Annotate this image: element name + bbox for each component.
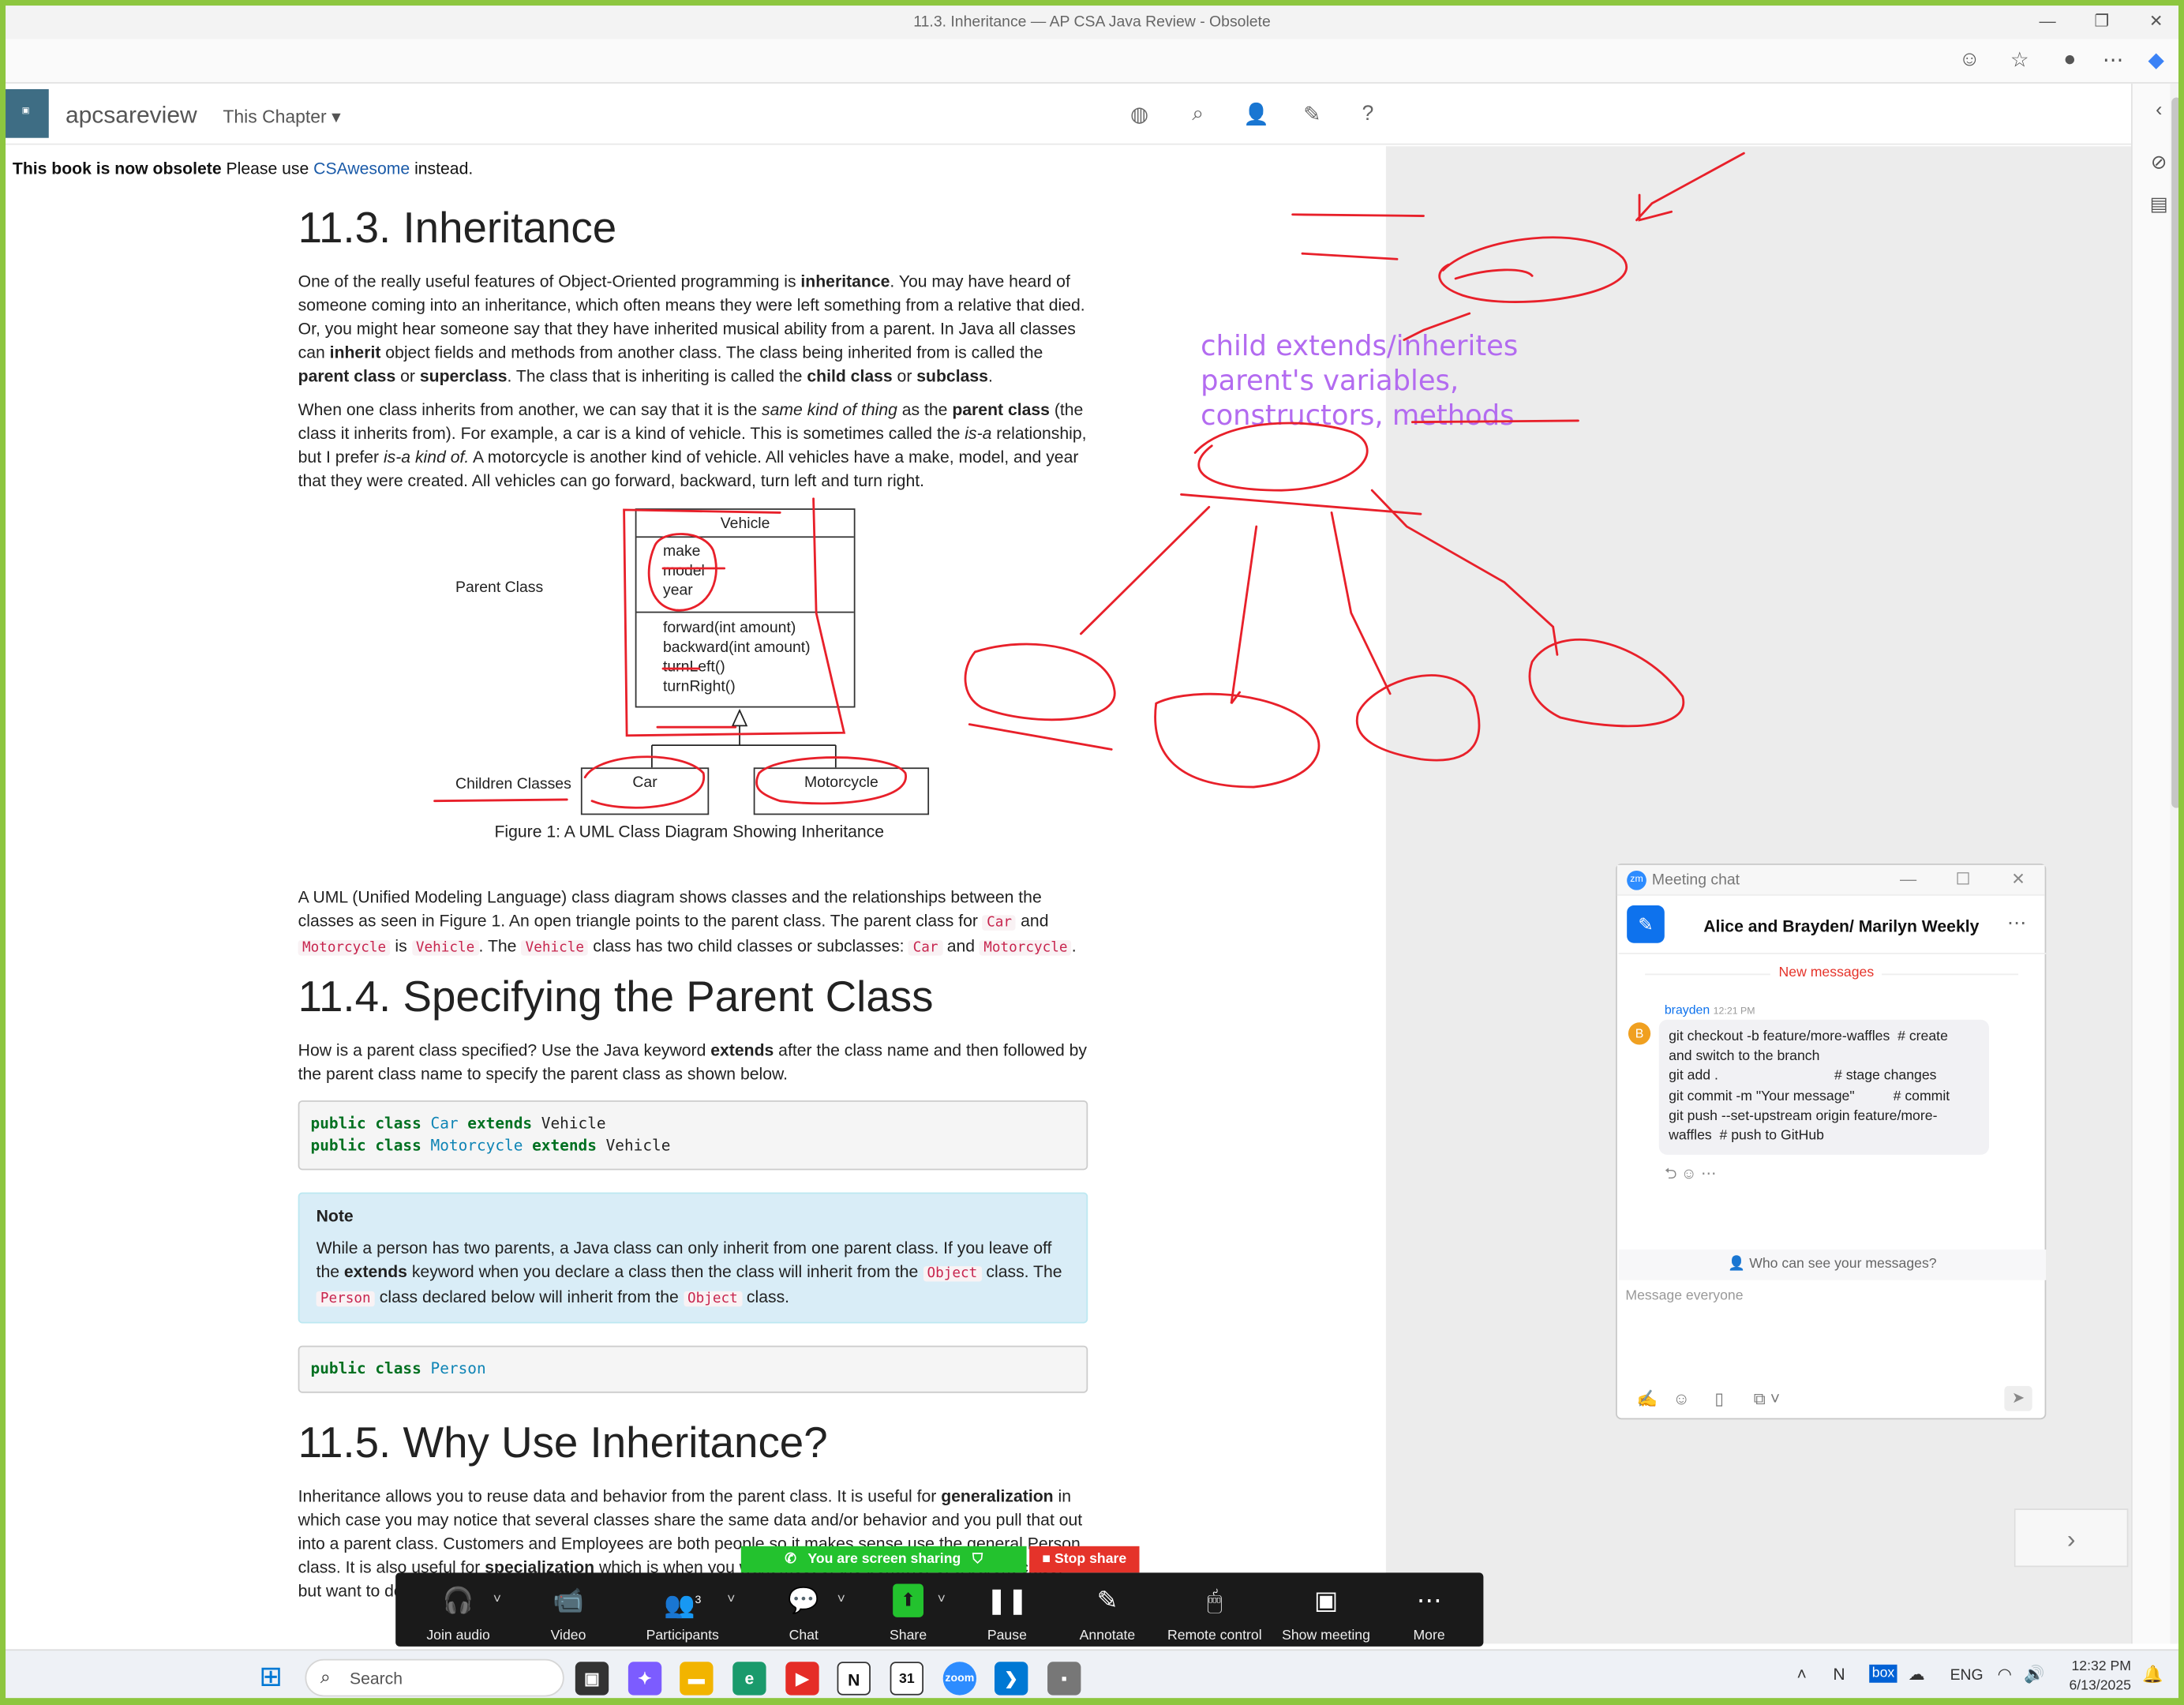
message-line: git push --set-upstream origin feature/m… (1669, 1108, 1938, 1124)
mouse-icon: 🖱 (1207, 1586, 1223, 1615)
windows-start-icon[interactable]: ⊞ (259, 1662, 283, 1692)
message-line: and switch to the branch (1669, 1049, 1820, 1065)
share-frame-border (0, 1698, 2184, 1705)
chat-titlebar: zm Meeting chat — ☐ ✕ (1616, 864, 2045, 896)
conversation-title: Alice and Brayden/ Marilyn Weekly (1703, 916, 1980, 936)
chevron-down-icon[interactable]: ˅ (727, 1592, 735, 1607)
divider (1618, 953, 2047, 954)
screen: 11.3. Inheritance — AP CSA Java Review -… (0, 0, 2184, 1705)
person-icon: 👤 (1728, 1256, 1746, 1272)
chevron-down-icon[interactable]: ˅ (837, 1592, 845, 1607)
zoom-icon[interactable]: zoom (942, 1662, 977, 1696)
time: 12:32 PM (2071, 1658, 2131, 1675)
video-button[interactable]: 📹 Video (515, 1583, 621, 1643)
participants-button[interactable]: 👥3 Participants (630, 1583, 736, 1643)
more-icon: ⋯ (1701, 1166, 1717, 1183)
participants-icon: 👥3 (663, 1591, 702, 1619)
chevron-up-icon[interactable]: ˄ (1796, 1665, 1806, 1684)
windows-taskbar: ⊞ ⌕ Search ▣ ✦ ▬ e ▶ N 31 zoom ❯ ▪ ˄ N b… (0, 1649, 2184, 1705)
box-tray-icon[interactable]: box (1869, 1664, 1897, 1683)
date: 6/13/2025 (2069, 1678, 2131, 1694)
more-icon: ⋯ (1416, 1586, 1442, 1615)
send-icon[interactable]: ➤ (2004, 1385, 2032, 1411)
task-view-icon[interactable]: ▣ (575, 1662, 609, 1696)
clock[interactable]: 12:32 PM 6/13/2025 (2067, 1658, 2131, 1696)
emoji-icon[interactable]: ☺ (1673, 1388, 1690, 1408)
more-options-icon[interactable]: ⋯ (2007, 911, 2027, 935)
emoji-icon: ☺ (1680, 1166, 1697, 1183)
chevron-down-icon[interactable]: ˅ (938, 1592, 946, 1607)
screenshot-icon[interactable]: ⧉ ˅ (1754, 1388, 1780, 1409)
minimize-icon[interactable]: — (1900, 869, 1916, 889)
compose-icon[interactable]: ✎ (1627, 905, 1665, 943)
message-line: waffles # push to GitHub (1669, 1128, 1824, 1144)
screen-sharing-status: ✆ You are screen sharing ⛉ (740, 1546, 1027, 1573)
notion-icon[interactable]: N (837, 1662, 871, 1696)
message-reactions[interactable]: ⮌ ☺ ⋯ (1665, 1162, 1717, 1189)
sender-avatar: B (1628, 1022, 1651, 1045)
onedrive-icon[interactable]: ☁ (1909, 1665, 1925, 1684)
message-line: git add . # stage changes (1669, 1069, 1937, 1085)
taskbar-search[interactable]: ⌕ Search (305, 1658, 564, 1697)
message-bubble[interactable]: git checkout -b feature/more-waffles # c… (1658, 1019, 1989, 1155)
ink-annotations (433, 152, 1745, 809)
edge-icon[interactable]: e (732, 1662, 766, 1696)
more-button[interactable]: ⋯ More (1377, 1583, 1482, 1643)
language-indicator[interactable]: ENG (1950, 1667, 1984, 1684)
share-frame-border (0, 0, 6, 1705)
pause-icon: ❚❚ (986, 1586, 1028, 1615)
participant-count: 3 (695, 1593, 702, 1606)
pen-icon: ✎ (1096, 1586, 1118, 1615)
message-sender: brayden 12:21 PM (1665, 1003, 1755, 1017)
vscode-icon[interactable]: ❯ (994, 1662, 1028, 1696)
search-placeholder: Search (349, 1669, 403, 1688)
volume-icon[interactable]: 🔊 (2024, 1665, 2044, 1684)
meeting-icon: ▣ (1313, 1586, 1338, 1615)
new-messages-separator: New messages (1770, 965, 1882, 981)
message-line: git commit -m "Your message" # commit (1669, 1089, 1950, 1104)
zoom-logo-icon: zm (1627, 870, 1646, 890)
notification-bell-icon[interactable]: 🔔 (2142, 1665, 2163, 1684)
search-icon: ⌕ (320, 1666, 331, 1688)
file-icon[interactable]: ▯ (1714, 1388, 1724, 1408)
format-icon[interactable]: ✍ (1637, 1388, 1658, 1408)
chevron-down-icon[interactable]: ˅ (493, 1592, 501, 1607)
app-icon[interactable]: ▪ (1047, 1662, 1081, 1696)
remote-control-button[interactable]: 🖱 Remote control (1162, 1583, 1268, 1643)
phone-icon: ✆ (785, 1551, 796, 1568)
youtube-icon[interactable]: ▶ (785, 1662, 819, 1696)
copilot-icon[interactable]: ✦ (627, 1662, 662, 1696)
chat-app-title: Meeting chat (1651, 871, 1740, 889)
visibility-text: Who can see your messages? (1749, 1256, 1937, 1272)
share-frame-border (2178, 0, 2184, 1705)
meeting-chat-window: zm Meeting chat — ☐ ✕ ✎ Alice and Brayde… (1616, 864, 2047, 1420)
wifi-icon[interactable]: ◠ (1998, 1665, 2013, 1684)
maximize-icon[interactable]: ☐ (1956, 869, 1971, 889)
show-meeting-button[interactable]: ▣ Show meeting (1273, 1583, 1379, 1643)
visibility-notice[interactable]: 👤 Who can see your messages? (1618, 1249, 2047, 1280)
stop-share-label: Stop share (1054, 1551, 1127, 1568)
reply-icon: ⮌ (1664, 1166, 1677, 1183)
pause-button[interactable]: ❚❚ Pause (954, 1583, 1060, 1643)
message-input[interactable]: Message everyone (1625, 1288, 1743, 1303)
sharing-text: You are screen sharing (807, 1551, 961, 1568)
stop-icon: ■ (1042, 1551, 1051, 1568)
zoom-toolbar: 🎧 Join audio ˅ 📹 Video 👥3 Participants ˅ 💬 C… (395, 1572, 1484, 1647)
message-line: git checkout -b feature/more-waffles # c… (1669, 1029, 1948, 1045)
file-explorer-icon[interactable]: ▬ (680, 1662, 714, 1696)
stop-share-button[interactable]: ■ Stop share (1029, 1546, 1140, 1573)
notion-tray-icon[interactable]: N (1833, 1665, 1845, 1684)
video-off-icon: 📹 (553, 1586, 584, 1615)
sender-name: brayden (1664, 1002, 1710, 1017)
annotate-button[interactable]: ✎ Annotate (1055, 1583, 1160, 1643)
calendar-icon[interactable]: 31 (890, 1662, 923, 1696)
message-time: 12:21 PM (1713, 1006, 1755, 1017)
close-icon[interactable]: ✕ (2011, 869, 2025, 889)
shield-icon: ⛉ (972, 1551, 983, 1568)
share-icon: ⬆ (893, 1583, 923, 1617)
